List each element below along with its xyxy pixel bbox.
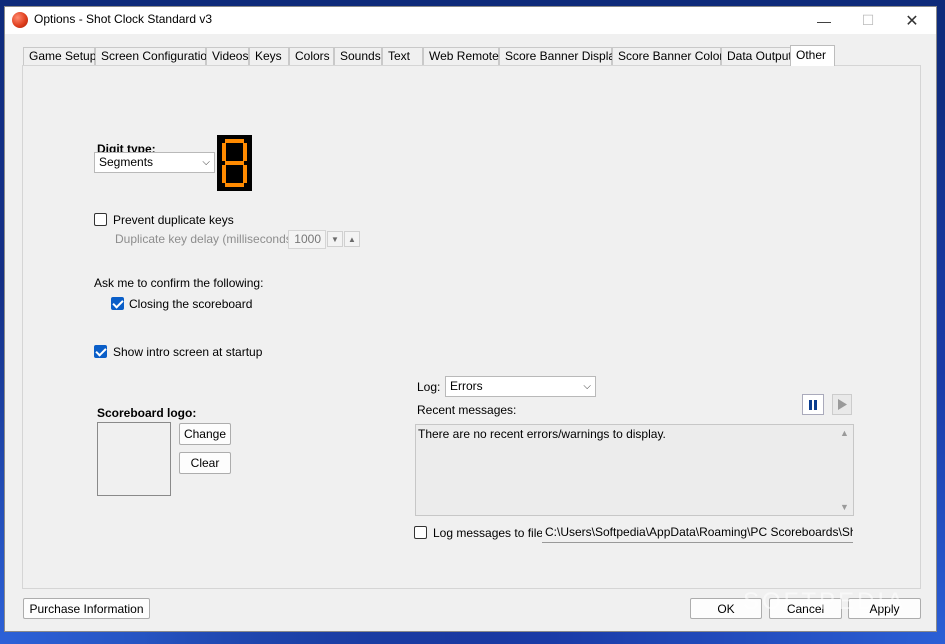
tab-colors[interactable]: Colors <box>289 47 334 65</box>
log-level-select[interactable]: Errors ⌵ <box>445 376 596 397</box>
scroll-down-icon[interactable]: ▼ <box>836 502 853 512</box>
show-intro-label: Show intro screen at startup <box>113 345 263 359</box>
tab-score-banner-colors[interactable]: Score Banner Colors <box>612 47 729 65</box>
tab-other[interactable]: Other <box>790 45 835 66</box>
tab-data-output[interactable]: Data Output <box>721 47 792 65</box>
purchase-information-button[interactable]: Purchase Information <box>23 598 150 619</box>
log-label: Log: <box>417 380 441 394</box>
decrease-arrow-icon[interactable]: ▼ <box>327 231 343 247</box>
pause-button[interactable] <box>802 394 824 415</box>
duplicate-key-delay-label: Duplicate key delay (milliseconds): <box>115 232 300 246</box>
scroll-up-icon[interactable]: ▲ <box>836 428 853 438</box>
tab-videos[interactable]: Videos <box>206 47 249 65</box>
apply-button[interactable]: Apply <box>848 598 921 619</box>
maximize-button[interactable]: ☐ <box>845 7 891 34</box>
digit-segment <box>225 161 244 165</box>
confirm-closing-checkbox[interactable] <box>111 297 124 310</box>
other-tab-panel: Digit type: Segments ⌵ Prevent duplicate… <box>22 65 921 589</box>
close-button[interactable]: ✕ <box>889 7 935 34</box>
tab-web-remote[interactable]: Web Remote <box>423 47 499 65</box>
tab-score-banner-display[interactable]: Score Banner Display <box>499 47 621 65</box>
tab-sounds[interactable]: Sounds <box>334 47 382 65</box>
cancel-button[interactable]: Cancel <box>769 598 842 619</box>
scoreboard-logo-preview <box>97 422 171 496</box>
recent-messages-box[interactable]: There are no recent errors/warnings to d… <box>415 424 854 516</box>
chevron-down-icon: ⌵ <box>583 381 591 392</box>
recent-messages-label: Recent messages: <box>417 403 517 417</box>
options-window: Options - Shot Clock Standard v3 — ☐ ✕ G… <box>4 6 937 632</box>
ok-button[interactable]: OK <box>690 598 762 619</box>
play-icon <box>837 399 847 410</box>
chevron-down-icon: ⌵ <box>202 157 210 168</box>
recent-message-text: There are no recent errors/warnings to d… <box>418 427 666 441</box>
digit-segment <box>222 143 226 161</box>
title-bar: Options - Shot Clock Standard v3 — ☐ ✕ <box>5 7 936 34</box>
window-title: Options - Shot Clock Standard v3 <box>34 12 213 26</box>
confirm-heading: Ask me to confirm the following: <box>94 276 264 290</box>
log-level-value: Errors <box>450 379 483 393</box>
digit-segment <box>225 139 244 143</box>
digit-preview <box>217 135 252 191</box>
tab-text[interactable]: Text <box>382 47 423 65</box>
confirm-closing-label: Closing the scoreboard <box>129 297 253 311</box>
pause-icon <box>809 399 817 410</box>
tab-game-setup[interactable]: Game Setup <box>23 47 96 65</box>
show-intro-checkbox[interactable] <box>94 345 107 358</box>
tab-keys[interactable]: Keys <box>249 47 289 65</box>
digit-segment <box>225 183 244 187</box>
digit-segment <box>222 165 226 183</box>
play-button[interactable] <box>832 394 852 415</box>
digit-type-value: Segments <box>99 155 154 169</box>
log-file-path-input[interactable]: C:\Users\Softpedia\AppData\Roaming\PC Sc… <box>542 523 853 543</box>
increase-arrow-icon[interactable]: ▲ <box>344 231 360 247</box>
clear-logo-button[interactable]: Clear <box>179 452 231 474</box>
log-to-file-label: Log messages to file: <box>433 526 547 540</box>
digit-segment <box>243 143 247 161</box>
digit-type-select[interactable]: Segments ⌵ <box>94 152 215 173</box>
tab-screen-configuration[interactable]: Screen Configuration <box>95 47 214 65</box>
prevent-duplicate-keys-label: Prevent duplicate keys <box>113 213 234 227</box>
log-to-file-checkbox[interactable] <box>414 526 427 539</box>
duplicate-key-delay-input[interactable]: 1000 <box>288 230 326 249</box>
digit-segment <box>243 165 247 183</box>
scoreboard-logo-label: Scoreboard logo: <box>97 406 197 420</box>
minimize-button[interactable]: — <box>801 7 847 34</box>
app-ball-icon <box>12 12 28 28</box>
change-logo-button[interactable]: Change <box>179 423 231 445</box>
prevent-duplicate-keys-checkbox[interactable] <box>94 213 107 226</box>
messages-scrollbar[interactable]: ▲ ▼ <box>836 425 853 515</box>
